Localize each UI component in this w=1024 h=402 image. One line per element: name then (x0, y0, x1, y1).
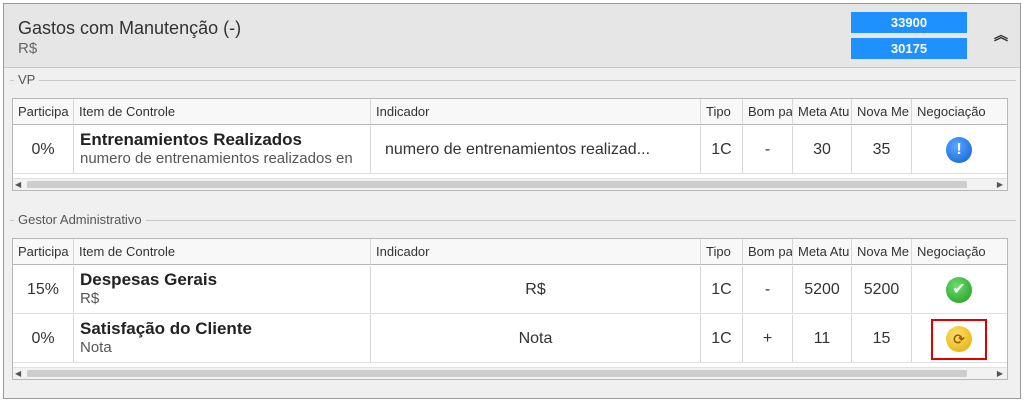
col-nova-meta[interactable]: Nova Me (852, 239, 912, 264)
scrollbar-thumb[interactable] (27, 370, 967, 377)
value-badge-1: 33900 (851, 12, 967, 33)
cell-nova-meta: 5200 (852, 266, 912, 313)
cell-participacao: 0% (13, 126, 74, 173)
item-subtitle: numero de entrenamientos realizados en (80, 150, 353, 167)
panel-gastos-manutencao: Gastos com Manutenção (-) R$ 33900 30175… (3, 3, 1021, 399)
col-indicador[interactable]: Indicador (371, 99, 701, 124)
cell-meta-atual: 30 (793, 126, 852, 173)
col-item-controle[interactable]: Item de Controle (74, 99, 371, 124)
col-participacao[interactable]: Participa (13, 99, 74, 124)
cell-participacao: 15% (13, 266, 74, 313)
cell-item-controle: Entrenamientos Realizados numero de entr… (74, 126, 371, 173)
cell-negociacao: ! (912, 126, 1007, 173)
grid-vp: Participa Item de Controle Indicador Tip… (12, 98, 1008, 191)
value-badge-2: 30175 (851, 38, 967, 59)
cell-tipo: 1C (701, 315, 743, 362)
cell-nova-meta: 15 (852, 315, 912, 362)
cell-negociacao: ⟳ (912, 315, 1007, 362)
table-row[interactable]: 15% Despesas Gerais R$ R$ 1C - 5200 5200… (13, 266, 1007, 314)
col-item-controle[interactable]: Item de Controle (74, 239, 371, 264)
item-subtitle: R$ (80, 290, 100, 307)
scroll-right-icon[interactable]: ▶ (997, 368, 1003, 379)
cell-indicador: R$ (371, 266, 701, 313)
col-participacao[interactable]: Participa (13, 239, 74, 264)
cell-indicador: numero de entrenamientos realizad... (371, 126, 701, 173)
col-negociacao[interactable]: Negociação (912, 99, 1007, 124)
info-icon[interactable]: ! (946, 137, 972, 163)
cell-tipo: 1C (701, 126, 743, 173)
scrollbar-thumb[interactable] (27, 181, 967, 188)
section-label: VP (14, 72, 40, 87)
col-tipo[interactable]: Tipo (701, 99, 743, 124)
table-row[interactable]: 0% Satisfação do Cliente Nota Nota 1C + … (13, 315, 1007, 363)
table-header: Participa Item de Controle Indicador Tip… (13, 239, 1007, 265)
table-header: Participa Item de Controle Indicador Tip… (13, 99, 1007, 125)
cell-tipo: 1C (701, 266, 743, 313)
col-bom-para[interactable]: Bom pa (743, 99, 793, 124)
horizontal-scrollbar[interactable]: ◀ ▶ (13, 367, 1007, 379)
panel-title: Gastos com Manutenção (-) (18, 18, 242, 38)
col-tipo[interactable]: Tipo (701, 239, 743, 264)
double-chevron-up-icon[interactable]: ︽ (992, 26, 1010, 44)
cell-bom-para: - (743, 266, 793, 313)
panel-subtitle: R$ (18, 40, 38, 57)
col-bom-para[interactable]: Bom pa (743, 239, 793, 264)
cell-nova-meta: 35 (852, 126, 912, 173)
table-row[interactable]: 0% Entrenamientos Realizados numero de e… (13, 126, 1007, 174)
panel-header: Gastos com Manutenção (-) R$ 33900 30175… (4, 4, 1020, 68)
cell-participacao: 0% (13, 315, 74, 362)
scroll-right-icon[interactable]: ▶ (997, 179, 1003, 190)
cell-bom-para: - (743, 126, 793, 173)
check-icon[interactable]: ✔ (946, 277, 972, 303)
item-title: Satisfação do Cliente (80, 319, 252, 338)
cell-meta-atual: 11 (793, 315, 852, 362)
col-meta-atual[interactable]: Meta Atu (793, 239, 852, 264)
section-label: Gestor Administrativo (14, 212, 146, 227)
item-title: Despesas Gerais (80, 270, 218, 289)
scroll-left-icon[interactable]: ◀ (15, 179, 21, 190)
col-indicador[interactable]: Indicador (371, 239, 701, 264)
cell-bom-para: + (743, 315, 793, 362)
col-nova-meta[interactable]: Nova Me (852, 99, 912, 124)
cell-item-controle: Satisfação do Cliente Nota (74, 315, 371, 362)
cell-item-controle: Despesas Gerais R$ (74, 266, 371, 313)
grid-gestor-administrativo: Participa Item de Controle Indicador Tip… (12, 238, 1008, 380)
col-meta-atual[interactable]: Meta Atu (793, 99, 852, 124)
cell-indicador: Nota (371, 315, 701, 362)
col-negociacao[interactable]: Negociação (912, 239, 1007, 264)
cell-meta-atual: 5200 (793, 266, 852, 313)
cell-negociacao: ✔ (912, 266, 1007, 313)
negotiation-icon[interactable]: ⟳ (946, 326, 972, 352)
item-title: Entrenamientos Realizados (80, 130, 303, 149)
scroll-left-icon[interactable]: ◀ (15, 368, 21, 379)
item-subtitle: Nota (80, 339, 112, 356)
horizontal-scrollbar[interactable]: ◀ ▶ (13, 178, 1007, 190)
